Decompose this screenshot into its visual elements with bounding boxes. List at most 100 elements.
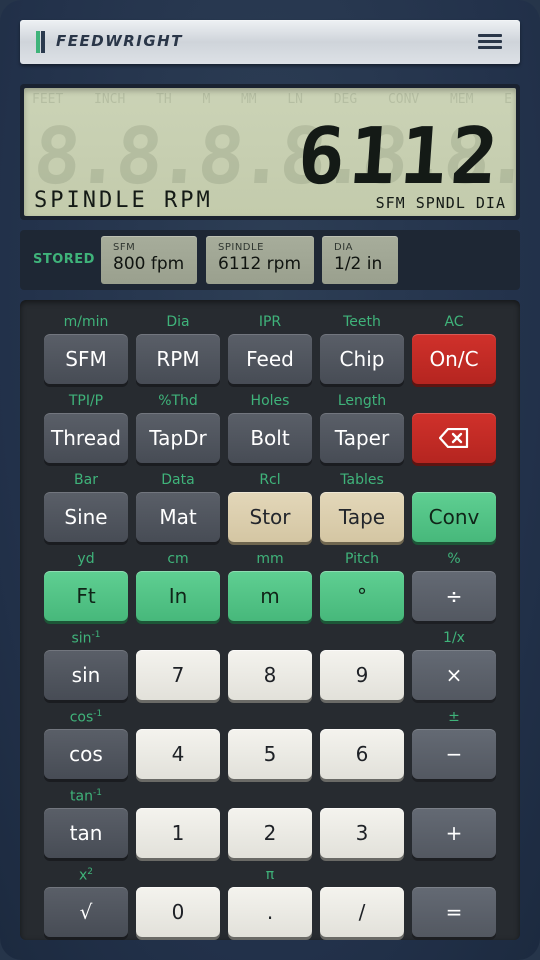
- key-4[interactable]: 4: [136, 729, 220, 779]
- key-taper[interactable]: Taper: [320, 413, 404, 463]
- key-cell: 3: [320, 780, 404, 858]
- key-mat[interactable]: Mat: [136, 492, 220, 542]
- key-cell: m/min SFM: [44, 306, 128, 384]
- shift-label-text: Tables: [340, 472, 384, 488]
- key-6[interactable]: 6: [320, 729, 404, 779]
- key-cell: AC On/C: [412, 306, 496, 384]
- shift-label-text: %: [447, 551, 461, 567]
- key-sine[interactable]: Sine: [44, 492, 128, 542]
- shift-label-text: %Thd: [158, 393, 198, 409]
- key-cell: Bar Sine: [44, 464, 128, 542]
- shift-label-text: cos: [69, 709, 94, 726]
- shift-label: Dia: [136, 314, 220, 330]
- shift-label: π: [228, 867, 312, 883]
- key-chip[interactable]: Chip: [320, 334, 404, 384]
- key-stor[interactable]: Stor: [228, 492, 312, 542]
- key-dot[interactable]: .: [228, 887, 312, 937]
- key-tapdr[interactable]: TapDr: [136, 413, 220, 463]
- shift-label-text: Pitch: [344, 551, 380, 567]
- shift-label-text: ±: [448, 709, 460, 725]
- stored-chip-key: SFM: [113, 242, 136, 253]
- shift-label: Holes: [228, 393, 312, 409]
- key-8[interactable]: 8: [228, 650, 312, 700]
- key-cell: cm In: [136, 543, 220, 621]
- key-cell: 2: [228, 780, 312, 858]
- stored-chip-dia[interactable]: DIA 1/2 in: [322, 236, 398, 284]
- shift-label: Rcl: [228, 472, 312, 488]
- shift-label-text: cm: [167, 551, 189, 567]
- key-sin[interactable]: sin: [44, 650, 128, 700]
- key-thread[interactable]: Thread: [44, 413, 128, 463]
- stored-chip-value: 1/2 in: [334, 254, 383, 274]
- key-cell: Teeth Chip: [320, 306, 404, 384]
- key-sfm[interactable]: SFM: [44, 334, 128, 384]
- ghost-annunciator: DEG: [333, 92, 358, 107]
- key-tan[interactable]: tan: [44, 808, 128, 858]
- shift-label-text: TPI/P: [68, 393, 104, 409]
- key-cell: Dia RPM: [136, 306, 220, 384]
- shift-label-text: yd: [77, 551, 95, 567]
- key-ft[interactable]: Ft: [44, 571, 128, 621]
- shift-label: 1/x: [412, 630, 496, 646]
- ghost-annunciator: E: [504, 92, 512, 107]
- key-3[interactable]: 3: [320, 808, 404, 858]
- stored-chip-spindle[interactable]: SPINDLE 6112 rpm: [206, 236, 314, 284]
- key-sqrt[interactable]: √: [44, 887, 128, 937]
- ghost-annunciators: FEET INCH TH M MM LN DEG CONV MEM E: [32, 92, 512, 108]
- key-2[interactable]: 2: [228, 808, 312, 858]
- key-m[interactable]: m: [228, 571, 312, 621]
- shift-label-text: Data: [161, 472, 195, 488]
- key-cos[interactable]: cos: [44, 729, 128, 779]
- key-in[interactable]: In: [136, 571, 220, 621]
- shift-label-text: 1/x: [443, 630, 465, 646]
- shift-label-text: tan: [70, 788, 93, 805]
- key-cell: %Thd TapDr: [136, 385, 220, 463]
- shift-label: TPI/P: [44, 393, 128, 409]
- hamburger-menu-icon[interactable]: [478, 32, 502, 52]
- key-plus[interactable]: +: [412, 808, 496, 858]
- shift-label-text: π: [265, 867, 275, 883]
- key-degree[interactable]: °: [320, 571, 404, 621]
- key-divide[interactable]: ÷: [412, 571, 496, 621]
- key-cell: 5: [228, 701, 312, 779]
- key-slash[interactable]: /: [320, 887, 404, 937]
- key-cell: % ÷: [412, 543, 496, 621]
- display-frame: FEET INCH TH M MM LN DEG CONV MEM E 8.8.8.8.8.8.8…: [20, 84, 520, 220]
- shift-label: cm: [136, 551, 220, 567]
- ghost-annunciator: MEM: [449, 92, 474, 107]
- key-cell: Length Taper: [320, 385, 404, 463]
- key-5[interactable]: 5: [228, 729, 312, 779]
- stored-chip-value: 800 fpm: [113, 254, 185, 274]
- key-cell: =: [412, 859, 496, 937]
- key-multiply[interactable]: ×: [412, 650, 496, 700]
- shift-label: Teeth: [320, 314, 404, 330]
- key-cell: 6: [320, 701, 404, 779]
- key-cell: 4: [136, 701, 220, 779]
- key-bolt[interactable]: Bolt: [228, 413, 312, 463]
- key-9[interactable]: 9: [320, 650, 404, 700]
- shift-label: Bar: [44, 472, 128, 488]
- shift-label: %Thd: [136, 393, 220, 409]
- backspace-button[interactable]: [412, 413, 496, 463]
- key-onslashc[interactable]: On/C: [412, 334, 496, 384]
- key-conv[interactable]: Conv: [412, 492, 496, 542]
- display-mode-label: SPINDLE RPM: [34, 188, 213, 213]
- key-rpm[interactable]: RPM: [136, 334, 220, 384]
- key-cell: TPI/P Thread: [44, 385, 128, 463]
- key-7[interactable]: 7: [136, 650, 220, 700]
- stored-label: STORED: [33, 252, 95, 267]
- key-equals[interactable]: =: [412, 887, 496, 937]
- key-cell: Tables Tape: [320, 464, 404, 542]
- key-cell: Rcl Stor: [228, 464, 312, 542]
- key-1[interactable]: 1: [136, 808, 220, 858]
- stored-chip-sfm[interactable]: SFM 800 fpm: [101, 236, 197, 284]
- key-cell: 9: [320, 622, 404, 700]
- shift-label-text: Holes: [250, 393, 290, 409]
- key-tape[interactable]: Tape: [320, 492, 404, 542]
- calculator-device: FEEDWRIGHT FEET INCH TH M MM LN DEG CONV MEM E 8.…: [0, 0, 540, 960]
- key-feed[interactable]: Feed: [228, 334, 312, 384]
- key-cell: sin-1 sin: [44, 622, 128, 700]
- shift-label: Data: [136, 472, 220, 488]
- key-0[interactable]: 0: [136, 887, 220, 937]
- key-minus[interactable]: −: [412, 729, 496, 779]
